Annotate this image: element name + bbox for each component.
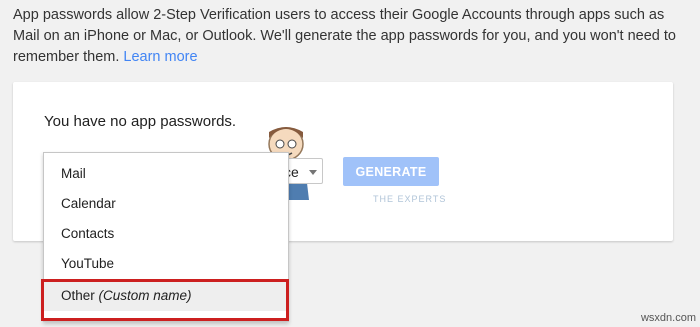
app-select-dropdown[interactable]: Mail Calendar Contacts YouTube Other (Cu… (43, 152, 289, 322)
intro-text: App passwords allow 2-Step Verification … (13, 7, 676, 65)
site-watermark: wsxdn.com (640, 312, 696, 324)
option-other-custom-name[interactable]: Other (Custom name) (44, 281, 288, 311)
option-other-suffix: (Custom name) (98, 288, 192, 303)
no-passwords-message: You have no app passwords. (44, 113, 237, 130)
option-calendar[interactable]: Calendar (44, 189, 288, 219)
option-mail[interactable]: Mail (44, 159, 288, 189)
generate-button[interactable]: GENERATE (343, 157, 439, 186)
watermark-tagline: THE EXPERTS (373, 194, 447, 204)
option-other-label: Other (61, 288, 95, 303)
app-options-list: Mail Calendar Contacts YouTube Other (Cu… (44, 153, 288, 311)
option-contacts[interactable]: Contacts (44, 219, 288, 249)
option-youtube[interactable]: YouTube (44, 249, 288, 279)
intro-paragraph: App passwords allow 2-Step Verification … (13, 5, 683, 68)
learn-more-link[interactable]: Learn more (123, 49, 197, 65)
dropdown-arrow-icon (309, 170, 317, 175)
